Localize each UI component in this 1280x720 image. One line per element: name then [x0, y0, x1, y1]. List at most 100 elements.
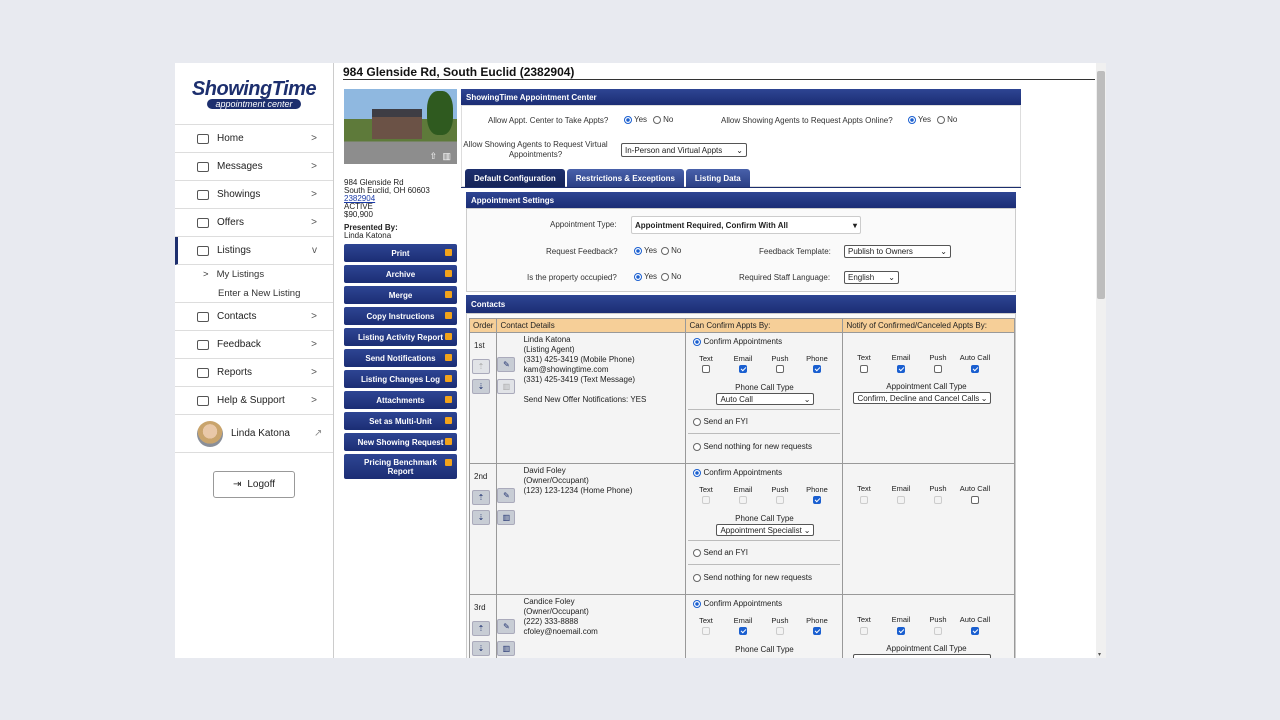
- nothing-option[interactable]: Send nothing for new requests: [690, 573, 812, 582]
- notify-method-checkbox[interactable]: [896, 365, 905, 373]
- phone-call-type-select[interactable]: Auto Call ⌄: [716, 393, 815, 405]
- confirm-method-checkbox[interactable]: [738, 365, 747, 373]
- copy-instructions-button[interactable]: Copy Instructions: [344, 307, 457, 325]
- sidebar-item-showings[interactable]: Showings >: [175, 181, 333, 209]
- confirm-radio[interactable]: [693, 337, 702, 346]
- trash-icon[interactable]: ▥: [442, 151, 451, 162]
- confirm-method-checkbox[interactable]: [701, 627, 710, 635]
- listing-activity-report-button[interactable]: Listing Activity Report: [344, 328, 457, 346]
- notify-method-checkbox[interactable]: [970, 496, 979, 504]
- scroll-down-icon[interactable]: ▾: [1098, 651, 1101, 658]
- scrollbar[interactable]: ▾: [1096, 63, 1106, 658]
- tab-listing-data[interactable]: Listing Data: [685, 169, 750, 187]
- sidebar-item-messages[interactable]: Messages >: [175, 153, 333, 181]
- feedback-no-radio[interactable]: [661, 246, 670, 255]
- confirm-method-checkbox[interactable]: [701, 365, 710, 373]
- notify-method-checkbox[interactable]: [933, 365, 942, 373]
- listing-changes-log-button[interactable]: Listing Changes Log: [344, 370, 457, 388]
- pricing-benchmark-report-button[interactable]: Pricing Benchmark Report: [344, 454, 457, 479]
- confirm-method-checkbox[interactable]: [775, 627, 784, 635]
- tab-restrictions-exceptions[interactable]: Restrictions & Exceptions: [566, 169, 684, 187]
- sidebar-item-home[interactable]: Home >: [175, 125, 333, 153]
- notify-method-checkbox[interactable]: [970, 365, 979, 373]
- sidebar-item-help-support[interactable]: Help & Support >: [175, 387, 333, 415]
- confirm-option[interactable]: Confirm Appointments: [690, 337, 782, 346]
- notify-method-checkbox[interactable]: [859, 496, 868, 504]
- sidebar-item-feedback[interactable]: Feedback >: [175, 331, 333, 359]
- appt-type-select[interactable]: Appointment Required, Confirm With All ▾: [631, 216, 861, 234]
- move-up-button[interactable]: ⇡: [472, 359, 490, 374]
- fyi-radio[interactable]: [693, 548, 702, 557]
- occupied-no-radio[interactable]: [661, 272, 670, 281]
- confirm-method-checkbox[interactable]: [775, 365, 784, 373]
- confirm-method-checkbox[interactable]: [701, 496, 710, 504]
- edit-button[interactable]: ✎: [497, 357, 516, 372]
- notify-method-checkbox[interactable]: [859, 365, 868, 373]
- virtual-appts-select[interactable]: In-Person and Virtual Appts ⌄: [621, 143, 747, 157]
- print-button[interactable]: Print: [344, 244, 457, 262]
- confirm-method-checkbox[interactable]: [812, 627, 821, 635]
- listing-photo[interactable]: ⇧ ▥: [344, 89, 457, 164]
- archive-button[interactable]: Archive: [344, 265, 457, 283]
- staff-language-select[interactable]: English ⌄: [844, 271, 899, 284]
- tab-default-configuration[interactable]: Default Configuration: [465, 169, 565, 187]
- move-down-button[interactable]: ⇣: [472, 510, 490, 525]
- move-up-button[interactable]: ⇡: [472, 621, 490, 636]
- confirm-option[interactable]: Confirm Appointments: [690, 468, 782, 477]
- move-up-button[interactable]: ⇡: [472, 490, 490, 505]
- confirm-method-checkbox[interactable]: [812, 365, 821, 373]
- feedback-yes-radio[interactable]: [634, 246, 642, 255]
- edit-button[interactable]: ✎: [497, 488, 516, 503]
- confirm-radio[interactable]: [693, 468, 702, 477]
- sidebar-item-listings[interactable]: Listings v: [175, 237, 333, 265]
- nothing-option[interactable]: Send nothing for new requests: [690, 442, 812, 451]
- fyi-option[interactable]: Send an FYI: [690, 417, 748, 426]
- sub-item-my-listings[interactable]: > My Listings: [175, 265, 333, 284]
- set-as-multi-unit-button[interactable]: Set as Multi-Unit: [344, 412, 457, 430]
- phone-call-type-select[interactable]: Appointment Specialist ⌄: [716, 524, 815, 536]
- notify-method-checkbox[interactable]: [933, 496, 942, 504]
- move-down-button[interactable]: ⇣: [472, 379, 490, 394]
- notify-method-checkbox[interactable]: [896, 627, 905, 635]
- occupied-yes-radio[interactable]: [634, 272, 642, 281]
- sidebar-item-contacts[interactable]: Contacts >: [175, 303, 333, 331]
- allow-take-yes-radio[interactable]: [624, 115, 632, 124]
- logoff-button[interactable]: ⇥ Logoff: [213, 471, 295, 498]
- scrollbar-thumb[interactable]: [1097, 71, 1105, 299]
- delete-button[interactable]: ▥: [497, 641, 516, 656]
- nothing-radio[interactable]: [693, 442, 702, 451]
- nothing-radio[interactable]: [693, 573, 702, 582]
- confirm-option[interactable]: Confirm Appointments: [690, 599, 782, 608]
- appt-call-type-select[interactable]: ⌄: [853, 654, 992, 658]
- feedback-template-select[interactable]: Publish to Owners ⌄: [844, 245, 951, 258]
- confirm-method-checkbox[interactable]: [738, 496, 747, 504]
- fyi-radio[interactable]: [693, 417, 702, 426]
- upload-icon[interactable]: ⇧: [429, 151, 437, 162]
- fyi-option[interactable]: Send an FYI: [690, 548, 748, 557]
- confirm-method-checkbox[interactable]: [775, 496, 784, 504]
- attachments-button[interactable]: Attachments: [344, 391, 457, 409]
- send-notifications-button[interactable]: Send Notifications: [344, 349, 457, 367]
- new-showing-request-button[interactable]: New Showing Request: [344, 433, 457, 451]
- merge-button[interactable]: Merge: [344, 286, 457, 304]
- move-down-button[interactable]: ⇣: [472, 641, 490, 656]
- confirm-method-checkbox[interactable]: [738, 627, 747, 635]
- allow-online-yes-radio[interactable]: [908, 115, 916, 124]
- user-profile[interactable]: Linda Katona ↗: [175, 415, 333, 453]
- notify-method-checkbox[interactable]: [896, 496, 905, 504]
- allow-online-no-radio[interactable]: [937, 115, 946, 124]
- sidebar-item-offers[interactable]: Offers >: [175, 209, 333, 237]
- edit-button[interactable]: ✎: [497, 619, 516, 634]
- showingtime-logo[interactable]: ShowingTime appointment center: [175, 63, 333, 125]
- delete-button[interactable]: ▥: [497, 379, 516, 394]
- confirm-radio[interactable]: [693, 599, 702, 608]
- delete-button[interactable]: ▥: [497, 510, 516, 525]
- confirm-method-checkbox[interactable]: [812, 496, 821, 504]
- sidebar-item-reports[interactable]: Reports >: [175, 359, 333, 387]
- sub-item-new-listing[interactable]: Enter a New Listing: [175, 284, 333, 303]
- notify-method-checkbox[interactable]: [859, 627, 868, 635]
- appt-call-type-select[interactable]: Confirm, Decline and Cancel Calls ⌄: [853, 392, 992, 404]
- allow-take-no-radio[interactable]: [653, 115, 662, 124]
- notify-method-checkbox[interactable]: [970, 627, 979, 635]
- notify-method-checkbox[interactable]: [933, 627, 942, 635]
